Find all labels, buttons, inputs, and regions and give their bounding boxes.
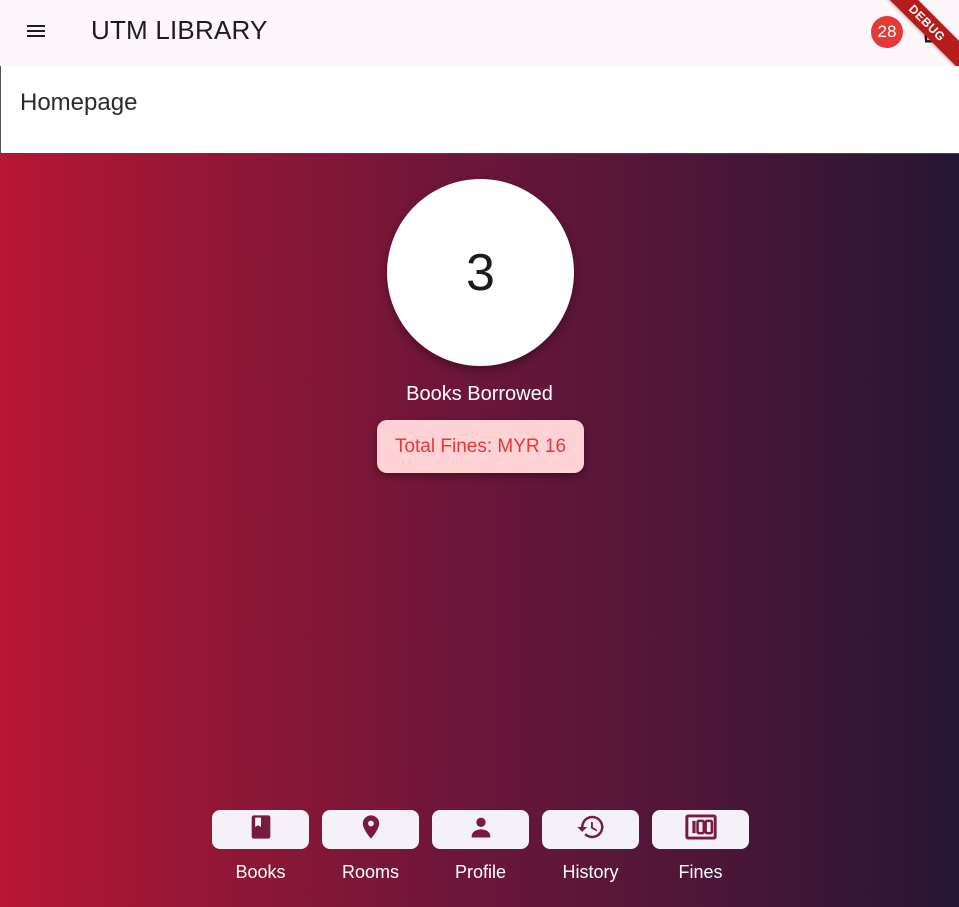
money-icon	[684, 813, 717, 846]
total-fines-button[interactable]: Total Fines: MYR 16	[377, 420, 584, 473]
books-borrowed-label: Books Borrowed	[406, 383, 553, 405]
nav-label-rooms: Rooms	[341, 862, 399, 882]
nav-label-books: Books	[235, 862, 286, 882]
nav-item-rooms[interactable]: Rooms	[322, 810, 419, 890]
nav-item-profile[interactable]: Profile	[432, 810, 529, 890]
nav-label-fines: Fines	[678, 862, 723, 882]
menu-button[interactable]	[18, 15, 54, 51]
location-pin-icon	[357, 813, 385, 846]
page-title: Homepage	[20, 89, 138, 116]
nav-item-fines[interactable]: Fines	[652, 810, 749, 890]
nav-label-profile: Profile	[454, 862, 507, 882]
books-button[interactable]	[212, 810, 309, 849]
fines-button[interactable]	[652, 810, 749, 849]
hamburger-menu-icon	[24, 19, 48, 48]
app-bar: UTM LIBRARY 28 DEBUG	[0, 0, 959, 77]
history-button[interactable]	[542, 810, 639, 849]
rooms-button[interactable]	[322, 810, 419, 849]
book-icon	[247, 813, 275, 846]
nav-label-history: History	[562, 862, 619, 882]
bottom-nav: Books Rooms Profile History Fines	[212, 810, 752, 890]
app-title: UTM LIBRARY	[91, 15, 268, 45]
cart-count-badge[interactable]: 28	[871, 16, 903, 48]
nav-item-history[interactable]: History	[542, 810, 639, 890]
books-borrowed-count: 3	[387, 179, 574, 366]
page-header: Homepage	[0, 66, 959, 153]
main-content: 3 Books Borrowed Total Fines: MYR 16 Boo…	[0, 153, 959, 907]
history-icon	[576, 812, 606, 847]
profile-button[interactable]	[432, 810, 529, 849]
nav-item-books[interactable]: Books	[212, 810, 309, 890]
person-icon	[467, 813, 495, 846]
